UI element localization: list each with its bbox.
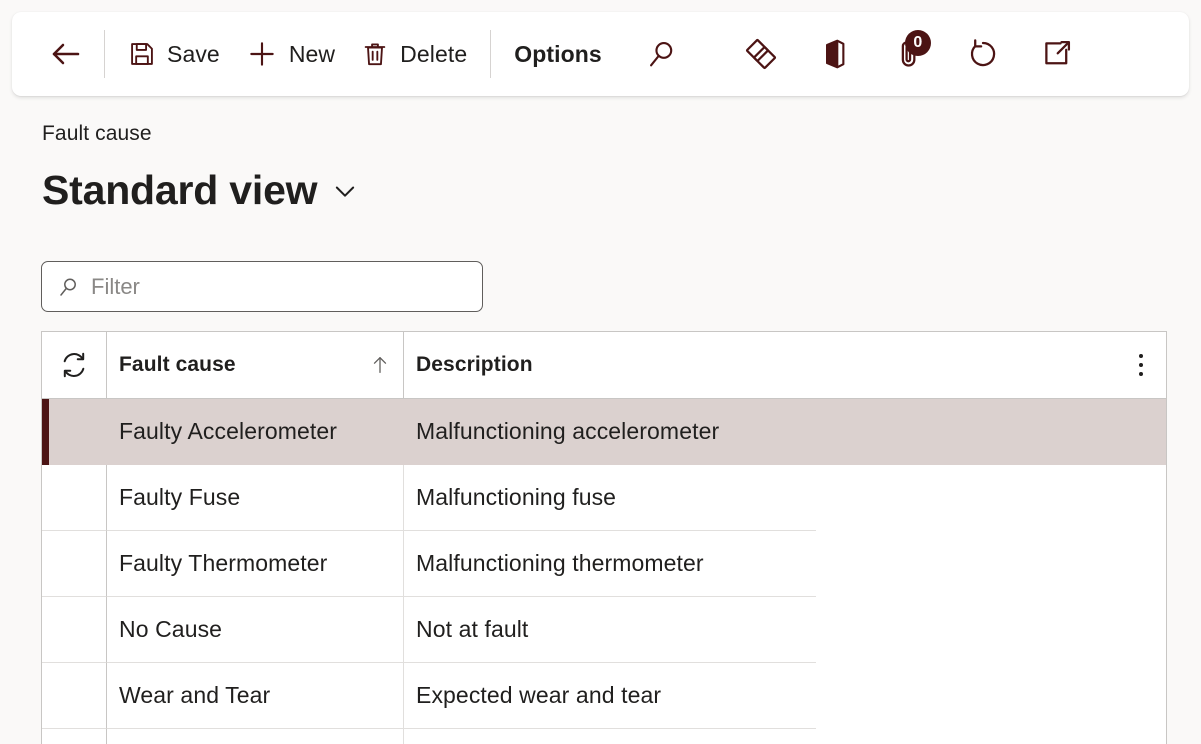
cell-text: Malfunctioning accelerometer [416,418,720,444]
cell-text: No Cause [119,616,223,642]
fault-cause-grid: Fault cause Description Faulty Accelerom… [41,331,1167,744]
cell-text: Faulty Accelerometer [119,418,338,444]
table-row[interactable]: Faulty Accelerometer Malfunctioning acce… [42,399,1166,465]
row-select-cell[interactable] [42,729,107,744]
row-cell-filler [816,663,1166,729]
filter-box[interactable] [41,261,483,312]
delete-button[interactable]: Delete [348,27,480,81]
refresh-circle-icon [966,37,1000,71]
row-select-cell[interactable] [42,663,107,729]
row-cell-fault-cause[interactable]: Wear and Tear [107,663,404,729]
diamond-pair-icon [743,36,779,72]
attachment-count-badge: 0 [904,30,931,56]
search-icon [56,275,80,299]
delete-label: Delete [400,40,468,67]
row-cell-fault-cause[interactable] [107,729,404,744]
row-cell-filler [816,729,1166,744]
chevron-down-icon [331,177,359,205]
trash-icon [361,40,389,68]
row-cell-description[interactable]: Malfunctioning thermometer [404,531,816,597]
arrow-left-icon [48,36,84,72]
row-cell-description[interactable]: Expected wear and tear [404,663,816,729]
powerbi-button[interactable] [733,26,789,82]
back-button[interactable] [38,27,94,81]
page-title: Standard view [42,167,318,213]
table-row[interactable]: Faulty Fuse Malfunctioning fuse [42,465,1166,531]
cell-text: Faulty Thermometer [119,550,328,576]
refresh-button[interactable] [955,26,1011,82]
new-button[interactable]: New [233,27,348,81]
cell-text: Not at fault [416,616,529,642]
action-toolbar: Save New Delete Options 0 [12,12,1189,96]
arrow-up-icon [369,354,391,376]
cell-text: Malfunctioning thermometer [416,550,704,576]
office-app-icon [818,37,852,71]
cell-text: Wear and Tear [119,682,271,708]
table-row[interactable]: No Cause Not at fault [42,597,1166,663]
row-cell-filler [816,597,1166,663]
toolbar-separator-2 [490,30,492,78]
new-label: New [288,40,336,67]
more-vertical-icon[interactable] [1126,345,1156,385]
save-floppy-icon [128,40,156,68]
office-button[interactable] [807,26,863,82]
row-select-cell[interactable] [42,399,107,465]
row-cell-filler [816,399,1166,465]
table-row[interactable]: Faulty Thermometer Malfunctioning thermo… [42,531,1166,597]
row-select-cell[interactable] [42,531,107,597]
column-header-description[interactable]: Description [404,332,1166,398]
table-row[interactable] [42,729,1166,744]
row-selection-indicator [42,399,49,465]
table-row[interactable]: Wear and Tear Expected wear and tear [42,663,1166,729]
open-in-new-window-icon [1040,37,1074,71]
row-cell-fault-cause[interactable]: Faulty Fuse [107,465,404,531]
sync-refresh-icon [58,349,90,381]
cell-text: Faulty Fuse [119,484,241,510]
row-select-cell[interactable] [42,597,107,663]
attachments-button[interactable]: 0 [881,26,937,82]
row-cell-filler [816,465,1166,531]
plus-icon [246,38,278,70]
save-label: Save [167,40,220,67]
open-in-new-window-button[interactable] [1029,26,1085,82]
options-label: Options [514,40,602,67]
filter-input[interactable] [91,273,468,300]
cell-text: Malfunctioning fuse [416,484,617,510]
cell-text: Expected wear and tear [416,682,662,708]
row-cell-description[interactable] [404,729,816,744]
save-button[interactable]: Save [115,27,233,81]
column-header-label: Fault cause [119,353,236,376]
row-cell-fault-cause[interactable]: No Cause [107,597,404,663]
breadcrumb[interactable]: Fault cause [42,122,152,146]
toolbar-separator [104,30,105,78]
row-cell-filler [816,531,1166,597]
column-header-fault-cause[interactable]: Fault cause [107,332,404,398]
options-button[interactable]: Options [501,27,615,81]
search-button[interactable] [633,26,689,82]
search-icon [644,37,678,71]
grid-refresh-button[interactable] [42,332,107,398]
row-cell-fault-cause[interactable]: Faulty Accelerometer [107,399,404,465]
grid-header-row: Fault cause Description [42,332,1166,399]
row-cell-description[interactable]: Malfunctioning accelerometer [404,399,816,465]
column-header-label: Description [416,353,533,376]
view-selector[interactable]: Standard view [42,170,359,211]
row-cell-description[interactable]: Not at fault [404,597,816,663]
row-cell-description[interactable]: Malfunctioning fuse [404,465,816,531]
row-cell-fault-cause[interactable]: Faulty Thermometer [107,531,404,597]
row-select-cell[interactable] [42,465,107,531]
